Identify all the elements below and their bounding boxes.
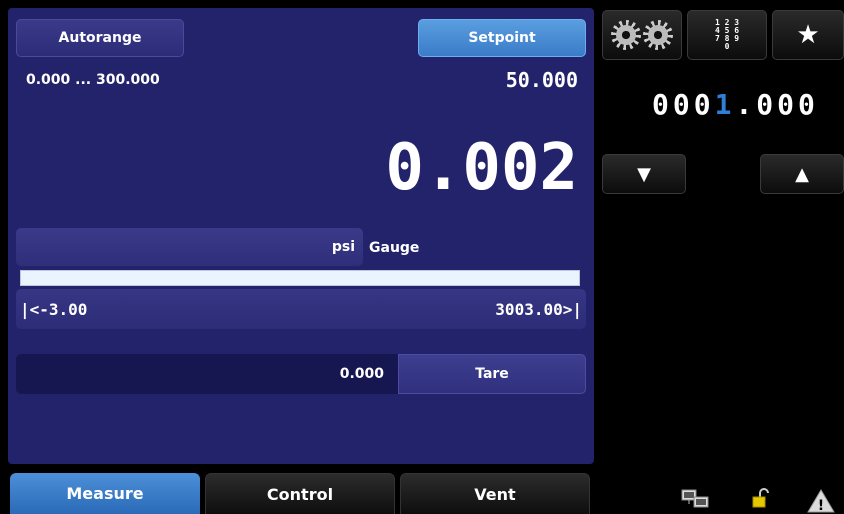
- star-icon: ★: [796, 20, 820, 50]
- mode-label[interactable]: Gauge: [369, 240, 419, 256]
- keypad-icon: 1 2 3 4 5 6 7 8 9 0: [714, 18, 740, 51]
- range-limits-bar: |<-3.00 3003.00>|: [16, 289, 586, 329]
- range-text: 0.000 ... 300.000: [26, 72, 160, 88]
- arrow-up-icon: ▲: [795, 163, 809, 185]
- svg-text:!: !: [818, 498, 824, 514]
- step-counter[interactable]: 0001.000: [652, 88, 819, 121]
- settings-button[interactable]: [602, 10, 682, 60]
- gear-icon: [643, 20, 673, 50]
- increment-button[interactable]: ▲: [760, 154, 844, 194]
- range-min: |<-3.00: [20, 299, 88, 319]
- tab-measure[interactable]: Measure: [10, 473, 200, 514]
- favorites-button[interactable]: ★: [772, 10, 844, 60]
- tare-value: 0.000: [339, 366, 384, 382]
- warning-icon[interactable]: !: [806, 488, 836, 514]
- tare-value-field: 0.000: [16, 354, 398, 394]
- remote-connection-icon: [681, 489, 709, 508]
- autorange-button[interactable]: Autorange: [16, 19, 184, 57]
- unlocked-icon[interactable]: [750, 488, 772, 510]
- setpoint-button[interactable]: Setpoint: [418, 19, 586, 57]
- tab-vent[interactable]: Vent: [400, 473, 590, 514]
- decrement-button[interactable]: ▼: [602, 154, 686, 194]
- range-progress-bar: [20, 270, 580, 286]
- setpoint-value: 50.000: [505, 68, 578, 92]
- tab-control[interactable]: Control: [205, 473, 395, 514]
- range-max: 3003.00>|: [495, 299, 582, 319]
- keypad-button[interactable]: 1 2 3 4 5 6 7 8 9 0: [687, 10, 767, 60]
- unit-label: psi: [331, 239, 355, 255]
- gear-icon: [611, 20, 641, 50]
- pressure-reading: 0.002: [385, 131, 578, 205]
- unit-selector[interactable]: psi: [16, 228, 363, 266]
- arrow-down-icon: ▼: [637, 163, 651, 185]
- tare-button[interactable]: Tare: [398, 354, 586, 394]
